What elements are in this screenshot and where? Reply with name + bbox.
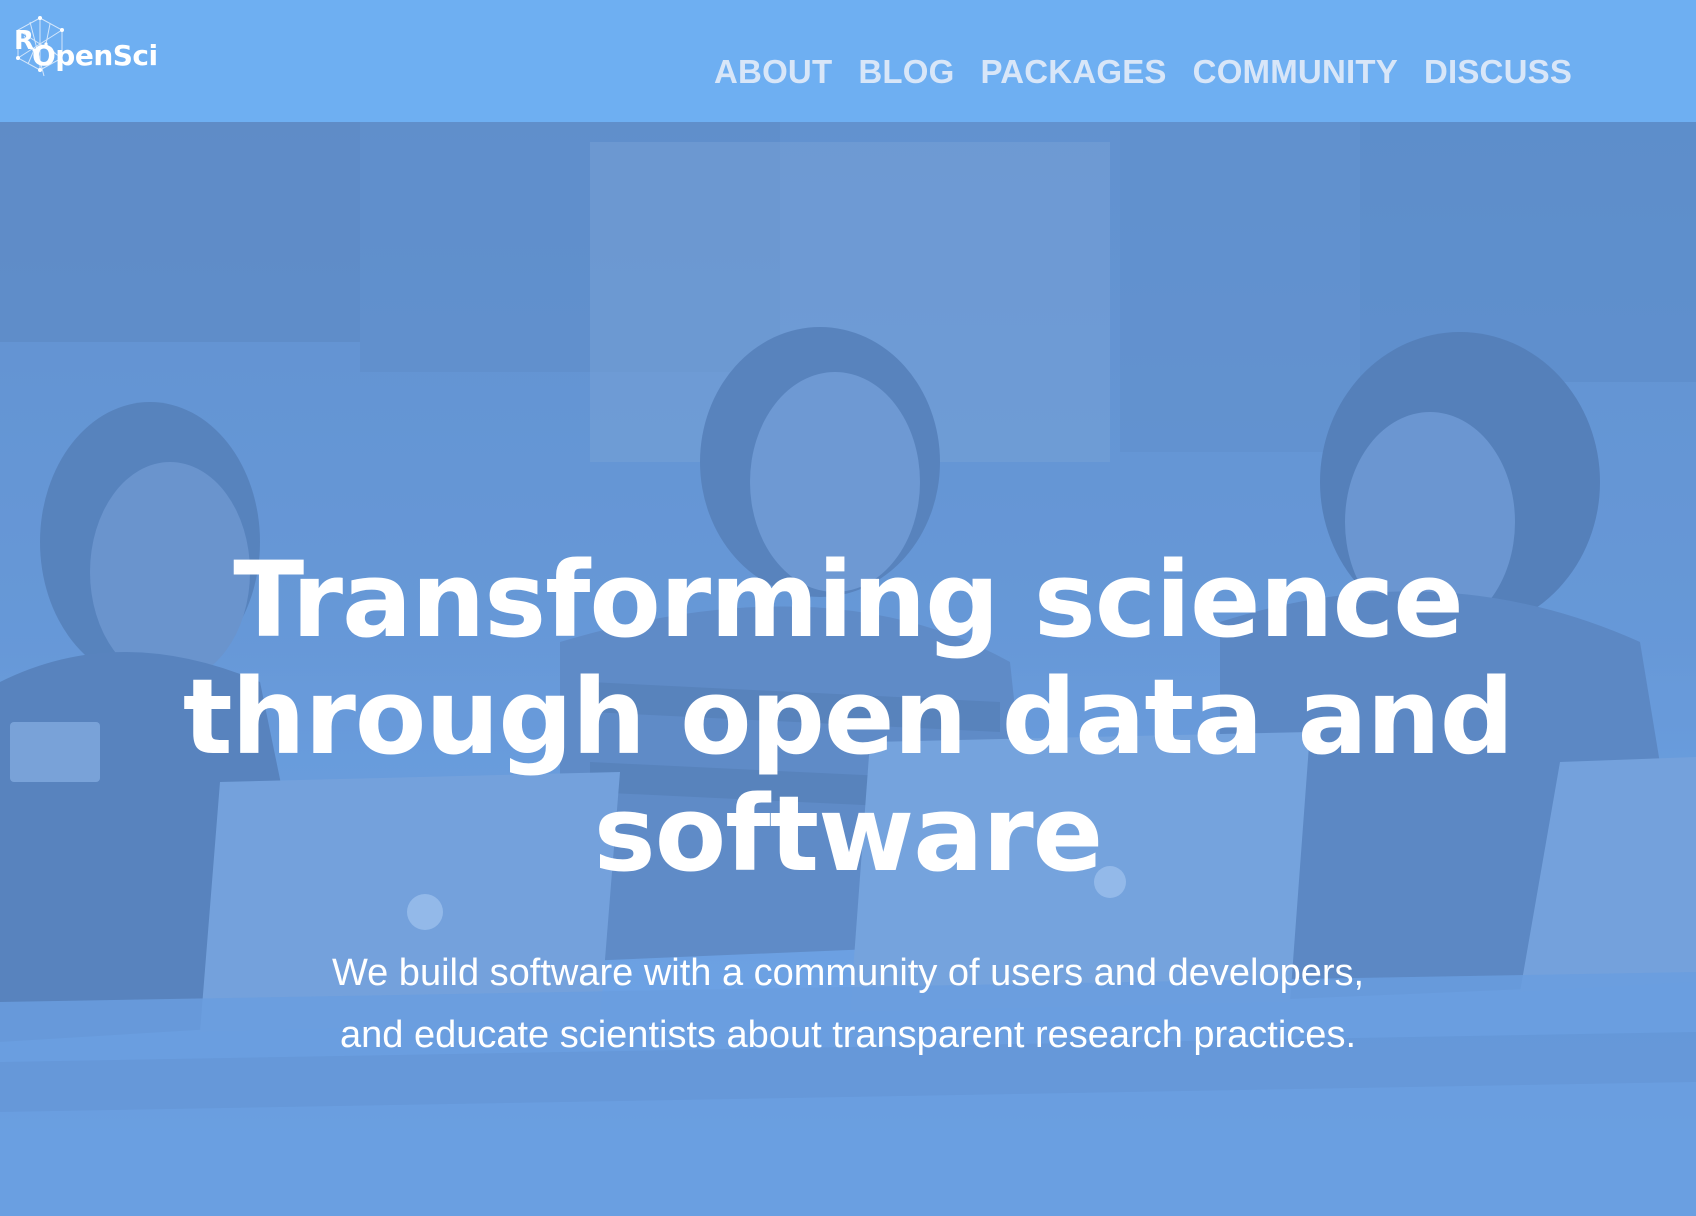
nav-packages[interactable]: PACKAGES: [980, 52, 1166, 92]
nav-discuss[interactable]: DISCUSS: [1424, 52, 1572, 92]
nav-blog[interactable]: BLOG: [858, 52, 954, 92]
logo-wordmark: OpenSci: [32, 39, 158, 72]
main-nav: ABOUT BLOG PACKAGES COMMUNITY DISCUSS: [714, 52, 1572, 92]
hero-subtext: We build software with a community of us…: [248, 942, 1448, 1066]
nav-about[interactable]: ABOUT: [714, 52, 832, 92]
ropensci-logo[interactable]: R OpenSci: [10, 14, 160, 84]
nav-community[interactable]: COMMUNITY: [1193, 52, 1398, 92]
site-header: R OpenSci ABOUT BLOG PACKAGES COMMUNITY …: [0, 0, 1696, 122]
hero-headline: Transforming science through open data a…: [182, 539, 1514, 895]
hero-content: Transforming science through open data a…: [0, 122, 1696, 1216]
hero-section: Transforming science through open data a…: [0, 122, 1696, 1216]
hero-subtext-line-2: and educate scientists about transparent…: [339, 1014, 1357, 1056]
hero-subtext-line-1: We build software with a community of us…: [331, 952, 1365, 994]
